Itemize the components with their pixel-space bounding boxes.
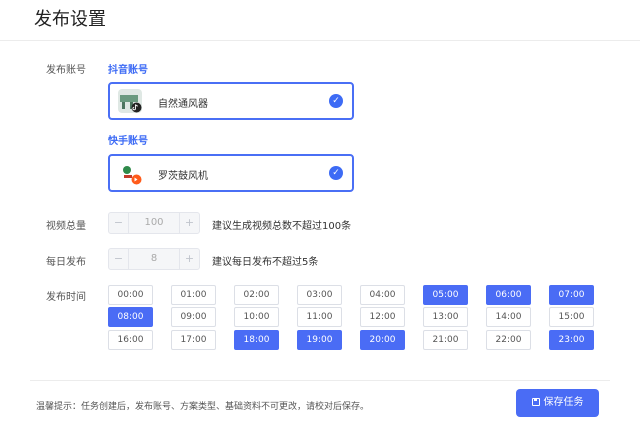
minus-button[interactable]: − — [109, 213, 129, 233]
time-slot-0600[interactable]: 06:00 — [486, 285, 531, 305]
douyin-account-card[interactable]: 自然通风器 ✓ — [108, 82, 354, 120]
daily-stepper[interactable]: − 8 + — [108, 248, 200, 270]
time-slot-0400[interactable]: 04:00 — [360, 285, 405, 305]
kuaishou-avatar — [118, 161, 142, 185]
time-slot-1100[interactable]: 11:00 — [297, 307, 342, 327]
time-label: 发布时间 — [46, 292, 86, 303]
douyin-avatar — [118, 89, 142, 113]
time-slot-0700[interactable]: 07:00 — [549, 285, 594, 305]
time-slot-1200[interactable]: 12:00 — [360, 307, 405, 327]
douyin-account-name: 自然通风器 — [158, 99, 208, 110]
plus-button[interactable]: + — [179, 213, 199, 233]
account-label: 发布账号 — [46, 65, 86, 76]
footer-tip: 温馨提示：任务创建后，发布账号、方案类型、基础资料不可更改，请校对后保存。 — [36, 402, 370, 412]
time-slot-0900[interactable]: 09:00 — [171, 307, 216, 327]
time-slot-2100[interactable]: 21:00 — [423, 330, 468, 350]
total-value[interactable]: 100 — [129, 213, 179, 233]
time-slot-0000[interactable]: 00:00 — [108, 285, 153, 305]
time-slot-2200[interactable]: 22:00 — [486, 330, 531, 350]
kuaishou-platform-label: 快手账号 — [108, 136, 148, 147]
check-icon: ✓ — [329, 166, 343, 180]
time-slot-0800[interactable]: 08:00 — [108, 307, 153, 327]
title-divider — [0, 40, 640, 41]
daily-label: 每日发布 — [46, 257, 86, 268]
kuaishou-account-name: 罗茨鼓风机 — [158, 171, 208, 182]
time-slot-1800[interactable]: 18:00 — [234, 330, 279, 350]
check-icon: ✓ — [329, 94, 343, 108]
time-slot-2000[interactable]: 20:00 — [360, 330, 405, 350]
time-slot-0200[interactable]: 02:00 — [234, 285, 279, 305]
time-slot-1300[interactable]: 13:00 — [423, 307, 468, 327]
save-button[interactable]: 保存任务 — [516, 389, 599, 417]
page-title: 发布设置 — [34, 9, 106, 30]
time-slot-0300[interactable]: 03:00 — [297, 285, 342, 305]
time-slot-1600[interactable]: 16:00 — [108, 330, 153, 350]
kuaishou-account-card[interactable]: 罗茨鼓风机 ✓ — [108, 154, 354, 192]
time-slot-2300[interactable]: 23:00 — [549, 330, 594, 350]
save-icon — [531, 398, 540, 406]
daily-value[interactable]: 8 — [129, 249, 179, 269]
time-slot-0500[interactable]: 05:00 — [423, 285, 468, 305]
time-slot-1900[interactable]: 19:00 — [297, 330, 342, 350]
time-slot-1500[interactable]: 15:00 — [549, 307, 594, 327]
time-slot-0100[interactable]: 01:00 — [171, 285, 216, 305]
time-slot-1700[interactable]: 17:00 — [171, 330, 216, 350]
time-slot-1000[interactable]: 10:00 — [234, 307, 279, 327]
daily-hint: 建议每日发布不超过5条 — [212, 257, 319, 268]
minus-button[interactable]: − — [109, 249, 129, 269]
footer-divider — [30, 380, 610, 381]
total-stepper[interactable]: − 100 + — [108, 212, 200, 234]
plus-button[interactable]: + — [179, 249, 199, 269]
save-button-label: 保存任务 — [543, 397, 584, 408]
time-slot-1400[interactable]: 14:00 — [486, 307, 531, 327]
douyin-platform-label: 抖音账号 — [108, 65, 148, 76]
total-hint: 建议生成视频总数不超过100条 — [212, 221, 352, 232]
total-label: 视频总量 — [46, 221, 86, 232]
